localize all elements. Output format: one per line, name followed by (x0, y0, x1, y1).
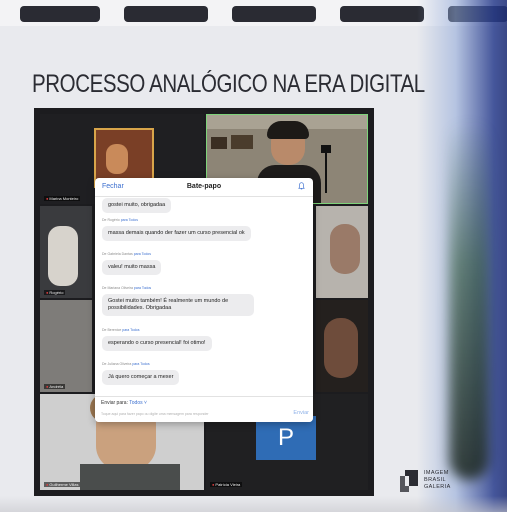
message-meta: De Juliana Oliveira para Todos (102, 362, 150, 366)
headline: PROCESSO ANALÓGICO NA ERA DIGITAL (32, 70, 425, 98)
chat-panel: Fechar Bate-papo gostei muito, obrigadaa… (95, 178, 313, 422)
tripod (325, 153, 327, 193)
chat-message: Gostei muito também! É realmente um mund… (102, 294, 254, 316)
participant-name: ●Marina Monteiro (44, 196, 81, 201)
participant-name: ●Andréia (44, 384, 66, 389)
chat-header: Fechar Bate-papo (95, 178, 313, 197)
chevron-down-icon: ˅ (142, 400, 147, 406)
chat-message: Já quero começar a mexer (102, 370, 180, 385)
speaker-hair (267, 121, 309, 139)
participant-name: ●Patrícia Vieira (210, 482, 243, 487)
send-to-value: Todos (129, 400, 143, 406)
participant-name: ●Rogério (44, 290, 66, 295)
chat-message: gostei muito, obrigadaa (102, 198, 172, 213)
chat-input[interactable] (101, 409, 281, 418)
avatar: P (256, 416, 316, 460)
video-tile-right-1[interactable] (316, 206, 368, 298)
chat-message: esperando o curso presencial! foi otimo! (102, 336, 212, 351)
frame-image (211, 137, 227, 149)
message-meta: De Berenice para Todos (102, 328, 140, 332)
person-shirt (80, 464, 180, 490)
message-meta: De Mariana Oliveira para Todos (102, 286, 152, 290)
bottom-blur (0, 496, 507, 512)
chat-message: valeu! muito massa (102, 260, 162, 275)
send-button[interactable]: Enviar (293, 410, 309, 416)
film-hole (232, 6, 316, 22)
chat-message: massa demais quando der fazer um curso p… (102, 226, 251, 241)
bell-icon[interactable] (298, 182, 305, 190)
logo-text: IMAGEM BRASIL GALERIA (424, 470, 451, 490)
message-meta: De Gabriela Dantas para Todos (102, 252, 151, 256)
film-hole (340, 6, 424, 22)
person-image (106, 144, 128, 174)
frame-image (231, 135, 253, 149)
chat-footer: Enviar para: Todos ˅ Enviar (95, 396, 313, 422)
film-hole (20, 6, 100, 22)
video-tile-rogerio[interactable]: ●Rogério (40, 206, 92, 298)
camera-icon (321, 145, 331, 153)
film-hole (124, 6, 208, 22)
avatar-initial: P (277, 424, 294, 451)
chat-title: Bate-papo (186, 183, 222, 190)
gallery-logo-icon (400, 470, 418, 492)
message-meta: De Rogério para Todos (102, 218, 138, 222)
send-to-label: Enviar para: (101, 400, 128, 406)
page: PROCESSO ANALÓGICO NA ERA DIGITAL ●Marin… (0, 0, 507, 512)
participant-name: ●Guilherme Villas (44, 482, 81, 487)
dark-band (449, 120, 489, 480)
video-tile-andreia[interactable]: ●Andréia (40, 300, 92, 392)
send-to-selector[interactable]: Enviar para: Todos ˅ (101, 400, 147, 406)
video-tile-right-2[interactable] (316, 300, 368, 392)
